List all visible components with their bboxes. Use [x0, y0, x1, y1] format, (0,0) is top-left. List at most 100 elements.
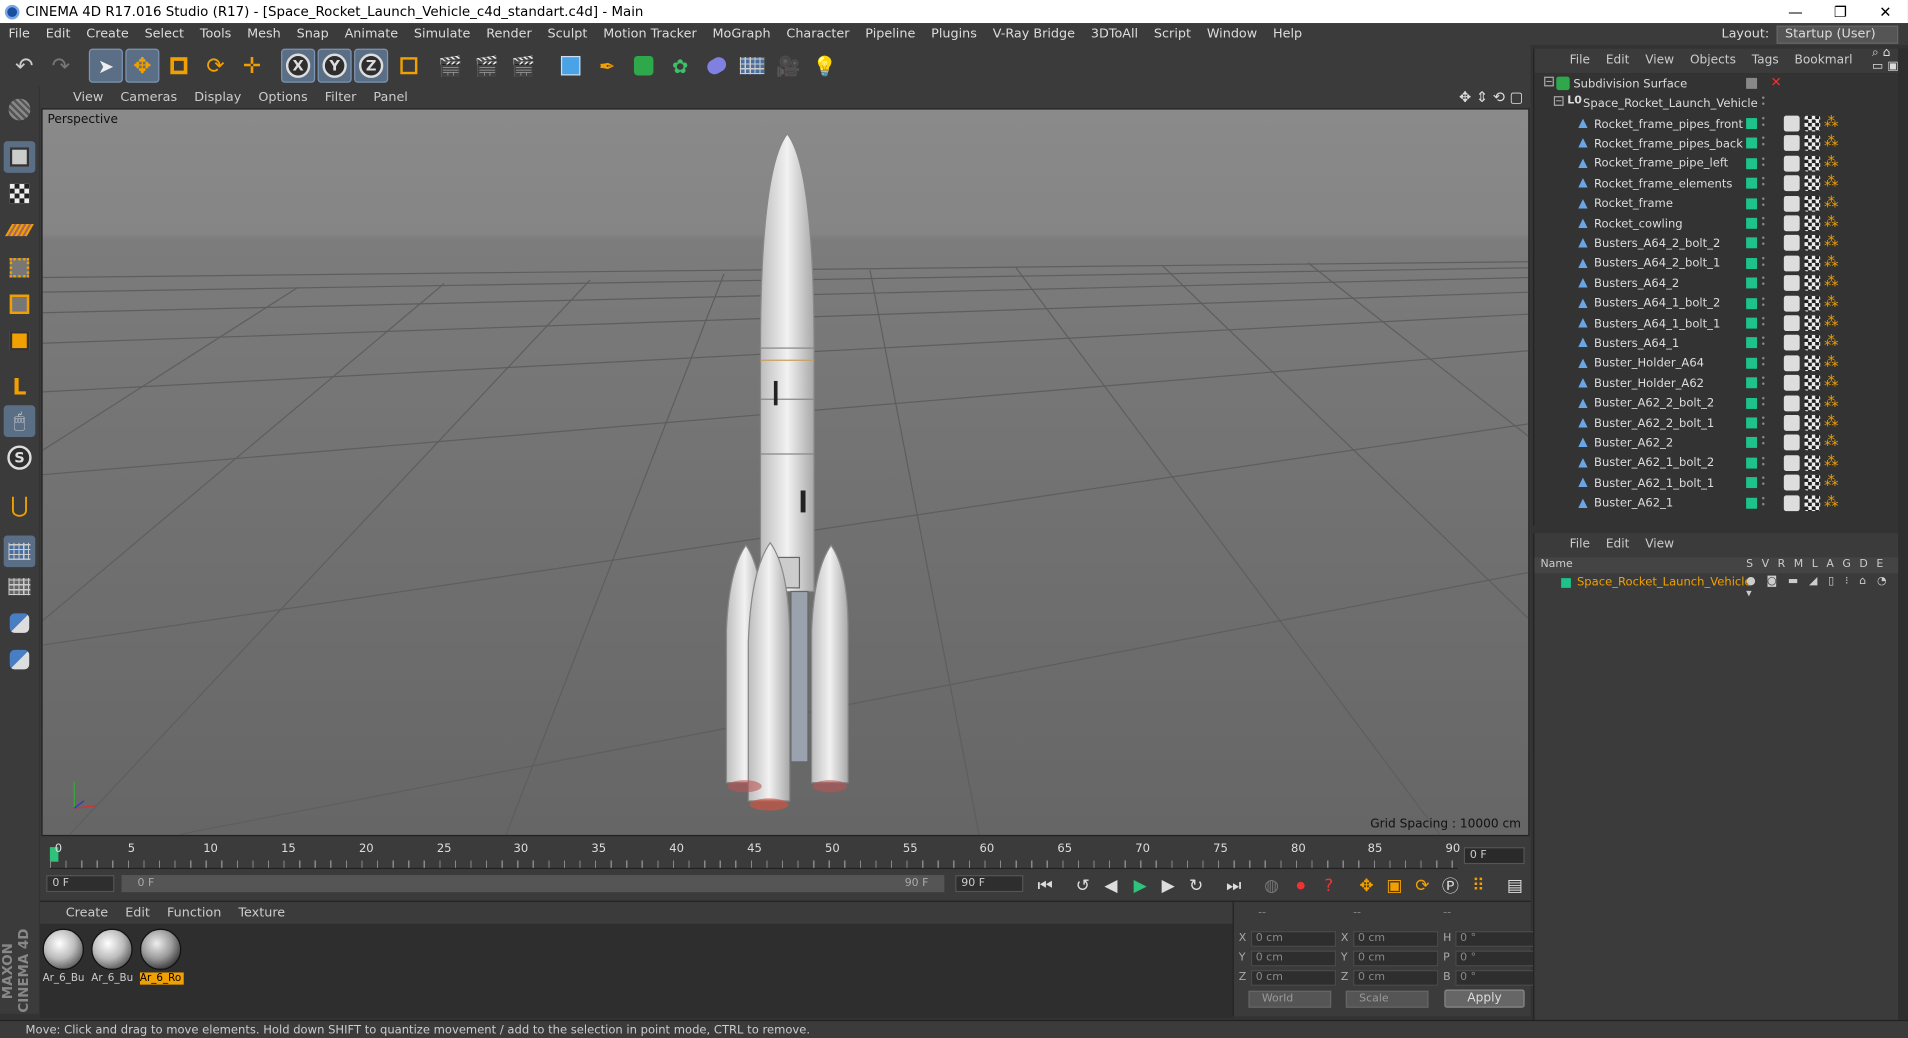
current-frame-field[interactable]: 0 F: [1463, 847, 1525, 865]
viewport-nav-icons[interactable]: ✥ ⇕ ⟲ ▢: [1459, 89, 1523, 106]
tree-row-object[interactable]: ▲ Rocket_frame_elements • • ⁂: [1534, 174, 1899, 193]
material-tag-icon[interactable]: [1783, 235, 1800, 252]
visibility-dots-icon[interactable]: • •: [1761, 255, 1766, 272]
menu-motion-tracker[interactable]: Motion Tracker: [595, 27, 704, 42]
visibility-dots-icon[interactable]: • •: [1761, 315, 1766, 331]
texture-tag-icon[interactable]: [1804, 215, 1821, 232]
prev-frame-button[interactable]: ◀: [1099, 874, 1123, 898]
material-item-selected[interactable]: Ar_6_Ro: [139, 928, 184, 990]
am-menu-file[interactable]: File: [1561, 537, 1597, 550]
phong-tag-icon[interactable]: ⁂: [1824, 254, 1840, 271]
render-settings-button[interactable]: 🎬: [506, 49, 540, 83]
apply-button[interactable]: Apply: [1444, 989, 1525, 1008]
close-button[interactable]: ✕: [1863, 3, 1908, 20]
add-camera-button[interactable]: 🎥: [771, 49, 805, 83]
phong-tag-icon[interactable]: ⁂: [1824, 354, 1840, 371]
phong-tag-icon[interactable]: ⁂: [1824, 454, 1840, 471]
texture-tag-icon[interactable]: [1804, 135, 1821, 152]
key-position-button[interactable]: ✥: [1354, 874, 1378, 898]
menu-file[interactable]: File: [0, 27, 37, 42]
prev-key-button[interactable]: ↺: [1071, 874, 1095, 898]
menu-mograph[interactable]: MoGraph: [704, 27, 778, 42]
texture-tag-icon[interactable]: [1804, 415, 1821, 431]
layer-color-icon[interactable]: [1746, 317, 1758, 329]
rotation-b-field[interactable]: 0 °: [1455, 969, 1541, 986]
phong-tag-icon[interactable]: ⁂: [1824, 294, 1840, 311]
next-frame-button[interactable]: ▶: [1156, 874, 1180, 898]
material-tag-icon[interactable]: [1783, 115, 1800, 132]
material-tag-icon[interactable]: [1783, 434, 1800, 451]
layer-color-icon[interactable]: [1746, 337, 1758, 349]
layer-color-icon[interactable]: [1746, 118, 1758, 130]
phong-tag-icon[interactable]: ⁂: [1824, 174, 1840, 191]
goto-start-button[interactable]: ⏮: [1033, 874, 1057, 898]
y-axis-lock-button[interactable]: Y: [317, 48, 352, 83]
tree-row-object[interactable]: ▲ Busters_A64_1 • • ⁂: [1534, 334, 1899, 353]
visibility-dots-icon[interactable]: • •: [1761, 474, 1766, 491]
phong-tag-icon[interactable]: ⁂: [1824, 474, 1840, 491]
material-tag-icon[interactable]: [1783, 494, 1800, 511]
phong-tag-icon[interactable]: ⁂: [1824, 234, 1840, 251]
layer-color-icon[interactable]: [1746, 277, 1758, 289]
texture-tag-icon[interactable]: [1804, 315, 1821, 332]
texture-tag-icon[interactable]: [1804, 175, 1821, 192]
viewport-menu-cameras[interactable]: Cameras: [112, 90, 186, 105]
render-picture-viewer-button[interactable]: 🎬: [470, 49, 504, 83]
layer-color-icon[interactable]: [1746, 157, 1758, 169]
menu-character[interactable]: Character: [778, 27, 857, 42]
material-menu-texture[interactable]: Texture: [230, 906, 294, 921]
menu-edit[interactable]: Edit: [37, 27, 78, 42]
om-search-icon[interactable]: ⌕ ⌂ ▭ ▣: [1872, 46, 1899, 73]
menu-mesh[interactable]: Mesh: [239, 27, 288, 42]
model-mode-button[interactable]: [3, 141, 36, 173]
visibility-dots-icon[interactable]: • •: [1761, 454, 1766, 471]
tree-row-object[interactable]: ▲ Buster_A62_1_bolt_2 • • ⁂: [1534, 454, 1899, 473]
tree-row-object[interactable]: ▲ Rocket_frame_pipe_left • • ⁂: [1534, 154, 1899, 173]
timeline-ruler[interactable]: 0 5 10 15 20 25 30 35 40 45 50 55 60 65 …: [49, 840, 1460, 870]
layer-color-icon[interactable]: [1746, 197, 1758, 209]
tree-row-object[interactable]: ▲ Buster_A62_2_bolt_2 • • ⁂: [1534, 394, 1899, 413]
texture-tag-icon[interactable]: [1804, 434, 1821, 451]
size-x-field[interactable]: 0 cm: [1353, 930, 1439, 947]
menu-plugins[interactable]: Plugins: [923, 27, 985, 42]
timeline-window-button[interactable]: ▤: [1503, 874, 1527, 898]
layer-color-icon[interactable]: [1746, 477, 1758, 489]
tree-row-object[interactable]: ▲ Rocket_frame • • ⁂: [1534, 194, 1899, 213]
texture-tag-icon[interactable]: [1804, 255, 1821, 272]
visibility-dots-icon[interactable]: • •: [1761, 195, 1766, 212]
tree-row-object[interactable]: ▲ Busters_A64_2 • • ⁂: [1534, 274, 1899, 293]
key-pla-button[interactable]: ⠿: [1466, 874, 1490, 898]
minimize-button[interactable]: —: [1773, 3, 1818, 20]
tree-row-group[interactable]: − L0 Space_Rocket_Launch_Vehicle • •: [1534, 94, 1899, 113]
edges-mode-button[interactable]: [4, 288, 36, 320]
layer-color-icon[interactable]: [1746, 437, 1758, 449]
visibility-dots-icon[interactable]: • •: [1761, 215, 1766, 232]
phong-tag-icon[interactable]: ⁂: [1824, 154, 1840, 172]
material-tag-icon[interactable]: [1783, 355, 1800, 371]
layer-color-icon[interactable]: [1746, 217, 1758, 229]
tree-row-object[interactable]: ▲ Buster_Holder_A64 • • ⁂: [1534, 354, 1899, 373]
visibility-dots-icon[interactable]: • •: [1761, 494, 1766, 511]
z-axis-lock-button[interactable]: Z: [354, 48, 389, 83]
tree-row-object[interactable]: ▲ Busters_A64_1_bolt_2 • • ⁂: [1534, 294, 1899, 313]
phong-tag-icon[interactable]: ⁂: [1824, 434, 1840, 451]
menu-animate[interactable]: Animate: [336, 27, 405, 42]
timeline[interactable]: 0 5 10 15 20 25 30 35 40 45 50 55 60 65 …: [40, 837, 1531, 872]
om-menu-file[interactable]: File: [1561, 53, 1597, 66]
expand-icon[interactable]: −: [1544, 76, 1554, 87]
material-tag-icon[interactable]: [1783, 195, 1800, 212]
size-y-field[interactable]: 0 cm: [1353, 949, 1439, 966]
material-tag-icon[interactable]: [1783, 155, 1800, 172]
tree-row-object[interactable]: ▲ Rocket_cowling • • ⁂: [1534, 214, 1899, 233]
layer-color-icon[interactable]: [1746, 457, 1758, 469]
add-deformer-button[interactable]: [700, 49, 734, 83]
menu-3dtoall[interactable]: 3DToAll: [1082, 27, 1145, 42]
position-x-field[interactable]: 0 cm: [1250, 930, 1337, 947]
material-menu-create[interactable]: Create: [57, 906, 116, 921]
material-tag-icon[interactable]: [1783, 415, 1800, 431]
material-tag-icon[interactable]: [1783, 315, 1800, 332]
viewport-menu-filter[interactable]: Filter: [316, 90, 365, 105]
visibility-dots-icon[interactable]: • •: [1761, 155, 1766, 172]
frame-range-slider[interactable]: 0 F 90 F: [121, 875, 945, 893]
menu-render[interactable]: Render: [478, 27, 539, 42]
